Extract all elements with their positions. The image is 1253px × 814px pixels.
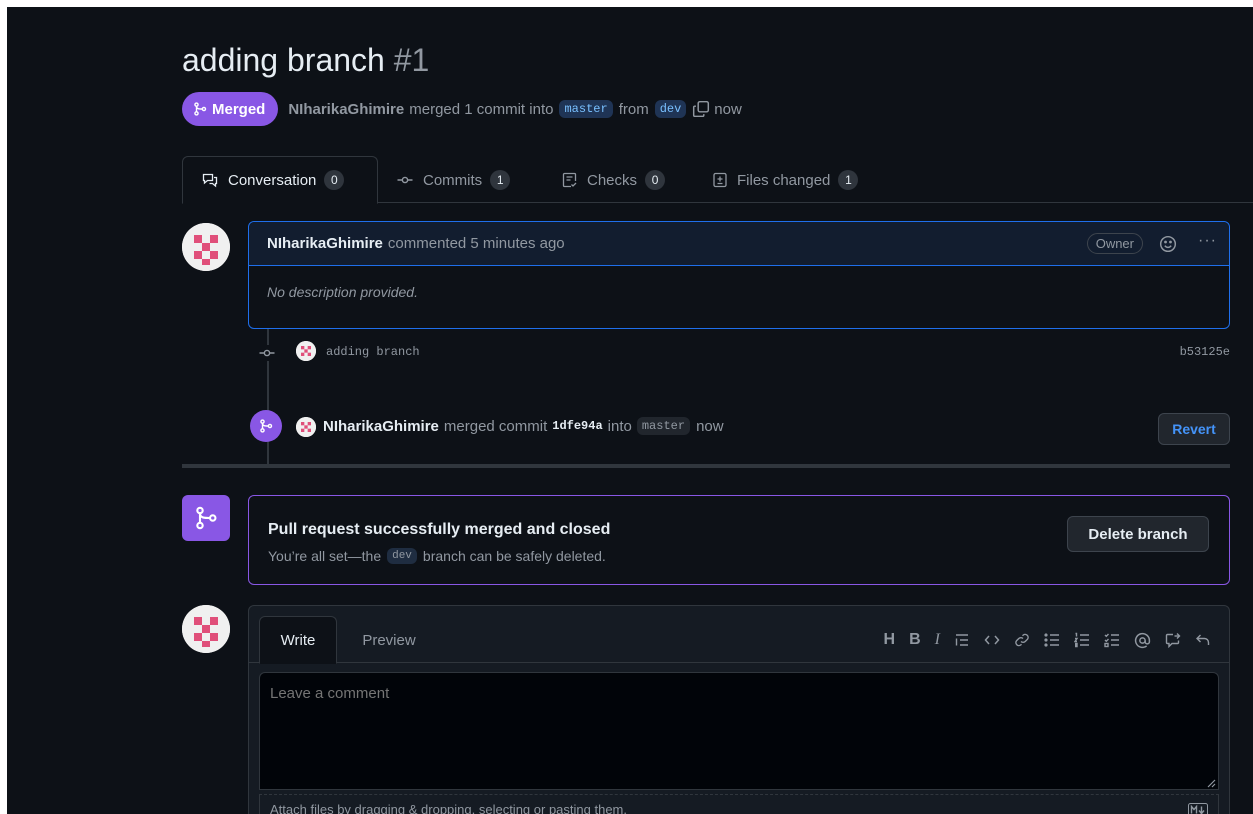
merge-event: NIharikaGhimire merged commit 1dfe94a in… <box>248 410 1230 445</box>
smiley-icon[interactable] <box>1159 235 1177 253</box>
comment-editor: Write Preview H B I Attach files by drag… <box>248 605 1230 814</box>
quote-icon[interactable] <box>954 632 970 648</box>
desc-before: You’re all set—the <box>268 548 382 564</box>
merge-author-link[interactable]: NIharikaGhimire <box>323 418 439 435</box>
pr-meta: Merged NIharikaGhimire merged 1 commit i… <box>182 92 742 126</box>
tab-label: Preview <box>362 631 416 649</box>
window-frame-top <box>0 0 1253 7</box>
tab-conversation[interactable]: Conversation 0 <box>182 156 378 204</box>
tab-files-changed[interactable]: Files changed 1 <box>712 156 859 204</box>
revert-button[interactable]: Revert <box>1158 413 1230 445</box>
head-branch-tag[interactable]: dev <box>654 100 687 118</box>
comment-textarea[interactable] <box>259 672 1219 790</box>
merge-time: now <box>714 100 742 118</box>
dev-branch-tag[interactable]: dev <box>387 548 417 564</box>
base-branch-tag[interactable]: master <box>559 100 613 118</box>
commit-icon <box>397 176 413 184</box>
tab-bar: Conversation 0 Commits 1 Checks 0 Files … <box>182 156 1253 204</box>
owner-badge: Owner <box>1086 233 1143 254</box>
comment-card: NIharikaGhimire commented 5 minutes ago … <box>248 221 1230 329</box>
merged-status-icon <box>182 495 230 541</box>
merge-event-time: now <box>696 417 724 435</box>
tab-counter: 0 <box>324 170 345 190</box>
tab-label: Conversation <box>228 171 317 189</box>
state-label: Merged <box>212 100 266 118</box>
italic-icon[interactable]: I <box>935 631 940 649</box>
tab-preview[interactable]: Preview <box>349 616 429 664</box>
avatar[interactable] <box>182 223 230 271</box>
merge-icon <box>194 102 207 116</box>
checklist-icon <box>562 172 577 188</box>
commit-icon <box>257 345 277 361</box>
conversation-icon <box>202 173 218 188</box>
merge-action: merged commit <box>443 417 548 435</box>
state-badge: Merged <box>182 92 279 126</box>
merged-box: Pull request successfully merged and clo… <box>248 495 1230 585</box>
delete-branch-button[interactable]: Delete branch <box>1067 516 1209 552</box>
merge-commit-sha-link[interactable]: 1dfe94a <box>552 419 602 433</box>
avatar[interactable] <box>296 341 316 361</box>
attach-bar[interactable]: Attach files by dragging & dropping, sel… <box>259 794 1219 814</box>
tab-label: Checks <box>587 171 638 189</box>
comment-author-link[interactable]: NIharikaGhimire <box>267 235 383 252</box>
markdown-toolbar: H B I <box>884 630 1211 650</box>
merge-event-badge <box>250 410 282 442</box>
tab-checks[interactable]: Checks 0 <box>562 156 666 204</box>
page-title: adding branch #1 <box>182 40 429 80</box>
pr-header: adding branch #1 <box>182 40 429 80</box>
merged-box-title: Pull request successfully merged and clo… <box>268 521 611 538</box>
commit-event: adding branch b53125e <box>248 338 1230 366</box>
tab-label: Files changed <box>737 171 831 189</box>
copy-icon[interactable] <box>692 100 710 118</box>
tab-counter: 1 <box>490 170 511 190</box>
code-icon[interactable] <box>984 632 1000 648</box>
window-frame-left <box>0 0 7 814</box>
comment-action[interactable]: commented 5 minutes ago <box>388 235 565 252</box>
avatar[interactable] <box>182 605 230 653</box>
tab-commits[interactable]: Commits 1 <box>396 156 511 204</box>
pr-number: #1 <box>393 42 430 78</box>
comment-body: No description provided. <box>267 284 418 300</box>
merge-icon <box>196 506 217 530</box>
tab-counter: 1 <box>838 170 859 190</box>
merge-icon <box>260 419 273 433</box>
commit-message-link[interactable]: adding branch <box>326 345 420 359</box>
reply-icon[interactable] <box>1195 632 1211 648</box>
avatar[interactable] <box>296 417 316 437</box>
mention-icon[interactable] <box>1134 632 1151 649</box>
comment-header: NIharikaGhimire commented 5 minutes ago … <box>249 222 1229 266</box>
into-text: into <box>607 417 632 435</box>
tab-write[interactable]: Write <box>259 616 337 664</box>
merge-branch-tag[interactable]: master <box>636 417 691 435</box>
resize-handle[interactable] <box>1205 776 1217 788</box>
markdown-icon <box>1188 803 1208 814</box>
author-link[interactable]: NIharikaGhimire <box>288 101 404 118</box>
numbered-list-icon[interactable] <box>1074 632 1090 648</box>
merge-event-text: NIharikaGhimire merged commit 1dfe94a in… <box>323 417 724 435</box>
from-text: from <box>618 100 649 118</box>
kebab-menu-icon[interactable]: ··· <box>1198 232 1217 250</box>
task-list-icon[interactable] <box>1104 632 1120 648</box>
tab-label: Write <box>280 631 316 649</box>
attach-hint: Attach files by dragging & dropping, sel… <box>270 801 627 814</box>
summary-text: merged 1 commit into <box>409 100 554 118</box>
link-icon[interactable] <box>1014 632 1030 648</box>
heading-icon[interactable]: H <box>884 631 896 649</box>
file-diff-icon <box>713 172 727 188</box>
tab-counter: 0 <box>645 170 666 190</box>
pr-title: adding branch <box>182 42 385 78</box>
tab-label: Commits <box>423 171 483 189</box>
merged-box-desc: You’re all set—the dev branch can be saf… <box>268 548 606 564</box>
commit-sha-link[interactable]: b53125e <box>1180 345 1230 359</box>
bullet-list-icon[interactable] <box>1044 632 1060 648</box>
cross-reference-icon[interactable] <box>1165 632 1181 648</box>
timeline-divider <box>182 464 1230 468</box>
editor-tab-bar: Write Preview H B I <box>249 606 1229 664</box>
desc-after: branch can be safely deleted. <box>422 548 606 564</box>
bold-icon[interactable]: B <box>909 631 921 649</box>
